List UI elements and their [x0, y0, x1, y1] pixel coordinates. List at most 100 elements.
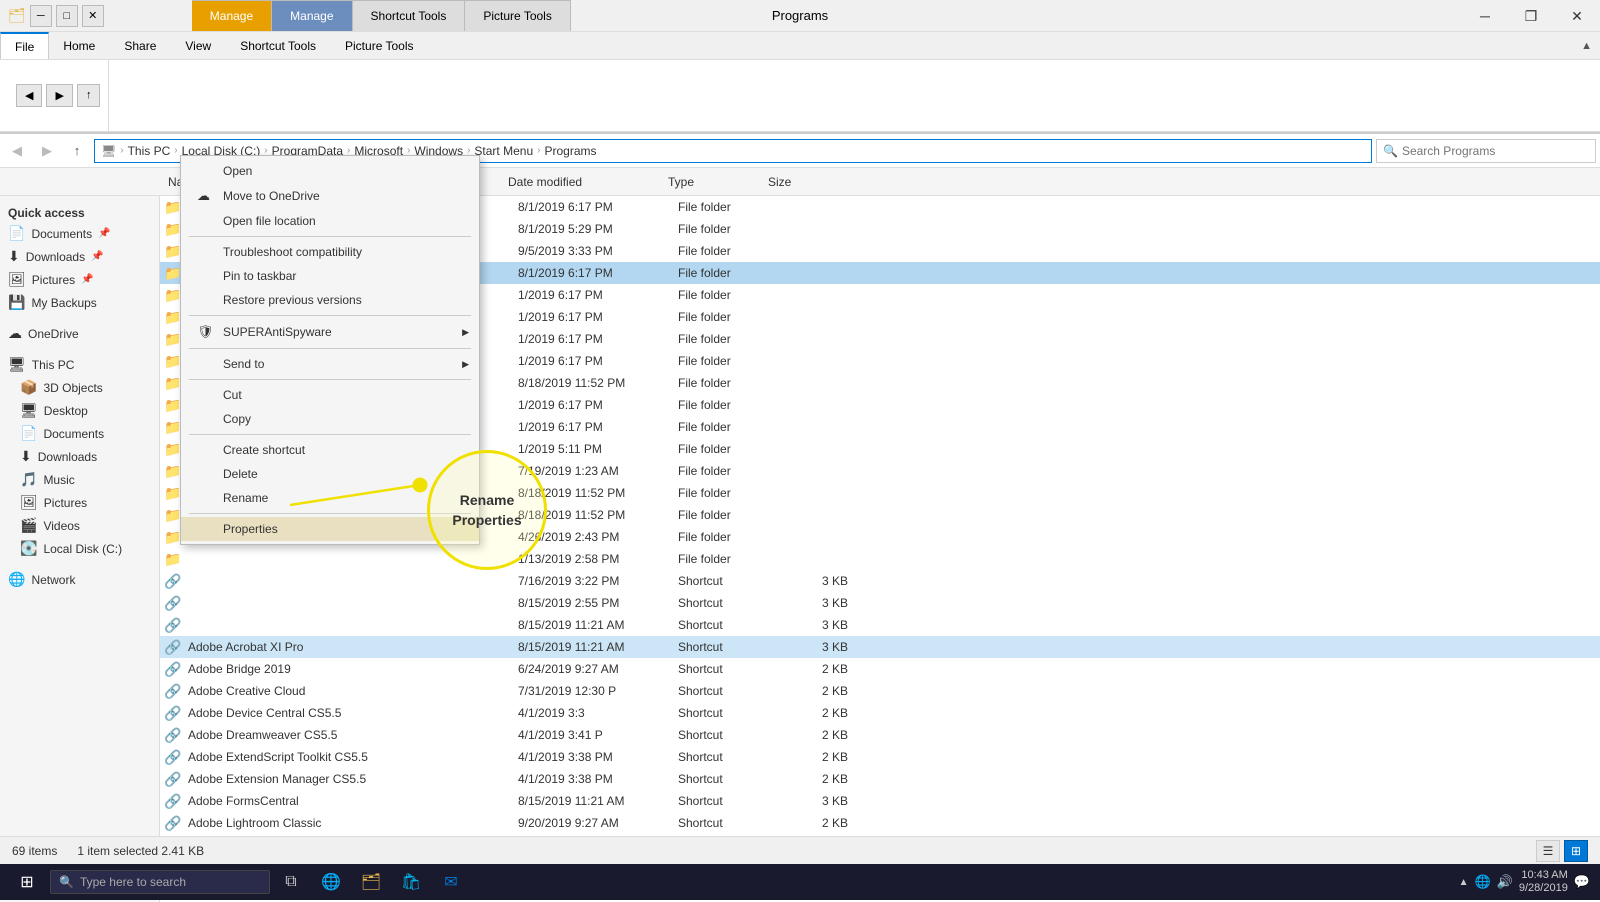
- start-button[interactable]: ⊞: [6, 865, 48, 899]
- tab-shortcut-tools[interactable]: Shortcut Tools: [353, 0, 466, 31]
- file-row[interactable]: 🔗 Adobe Bridge 2019 6/24/2019 9:27 AM Sh…: [160, 658, 1600, 680]
- file-type: Shortcut: [678, 662, 778, 676]
- taskbar-folder[interactable]: 🗂: [352, 865, 390, 899]
- file-date: 8/18/2019 11:52 PM: [518, 376, 678, 390]
- sidebar-item-3dobjects[interactable]: 📦 3D Objects: [0, 376, 159, 399]
- search-icon: 🔍: [1383, 144, 1398, 158]
- sidebar-item-downloads[interactable]: ⬇ Downloads 📌: [0, 245, 159, 268]
- ribbon-btn-up[interactable]: ↑: [77, 84, 101, 107]
- file-size: 2 KB: [778, 772, 858, 786]
- search-box[interactable]: 🔍: [1376, 139, 1596, 163]
- nav-forward[interactable]: ▶: [34, 138, 60, 164]
- ribbon-tab-file[interactable]: File: [0, 32, 49, 59]
- file-date: 1/13/2019 2:58 PM: [518, 552, 678, 566]
- nav-back[interactable]: ◀: [4, 138, 30, 164]
- ribbon-tab-shortcut[interactable]: Shortcut Tools: [226, 32, 331, 59]
- ribbon-tab-view[interactable]: View: [171, 32, 226, 59]
- sidebar-item-thispc[interactable]: 🖥 This PC: [0, 353, 159, 376]
- sidebar-item-onedrive[interactable]: ☁ OneDrive: [0, 322, 159, 345]
- file-row[interactable]: 🔗 Adobe Dreamweaver CS5.5 4/1/2019 3:41 …: [160, 724, 1600, 746]
- path-startmenu[interactable]: Start Menu: [474, 144, 533, 158]
- file-row[interactable]: 🔗 Adobe Acrobat XI Pro 8/15/2019 11:21 A…: [160, 636, 1600, 658]
- view-list-btn[interactable]: ⊞: [1564, 840, 1588, 862]
- sidebar-item-videos[interactable]: 🎬 Videos: [0, 514, 159, 537]
- file-icon: 📁: [164, 551, 184, 568]
- file-row[interactable]: 📁 1/13/2019 2:58 PM File folder: [160, 548, 1600, 570]
- context-menu-item-superantispyware[interactable]: 🛡 SUPERAntiSpyware: [181, 319, 479, 345]
- sidebar-item-desktop[interactable]: 🖥 Desktop: [0, 399, 159, 422]
- close-quick[interactable]: ✕: [82, 5, 104, 27]
- sidebar-item-localdisk[interactable]: 💽 Local Disk (C:): [0, 537, 159, 560]
- taskbar-search[interactable]: 🔍 Type here to search: [50, 870, 270, 894]
- close-button[interactable]: ✕: [1554, 0, 1600, 32]
- context-menu-item-cut[interactable]: Cut: [181, 383, 479, 407]
- taskbar-notification-icon[interactable]: 💬: [1574, 874, 1590, 890]
- tab-manage1[interactable]: Manage: [192, 0, 272, 31]
- file-row[interactable]: 🔗 7/16/2019 3:22 PM Shortcut 3 KB: [160, 570, 1600, 592]
- context-menu-item-pin-to-taskbar[interactable]: Pin to taskbar: [181, 264, 479, 288]
- taskbar-clock[interactable]: 10:43 AM 9/28/2019: [1519, 869, 1568, 895]
- restore-button[interactable]: ❐: [1508, 0, 1554, 32]
- context-menu-item-copy[interactable]: Copy: [181, 407, 479, 431]
- col-header-date[interactable]: Date modified: [500, 175, 660, 189]
- taskbar-volume-icon[interactable]: 🔊: [1497, 874, 1513, 890]
- file-date: 4/1/2019 3:3: [518, 706, 678, 720]
- col-header-size[interactable]: Size: [760, 175, 840, 189]
- sidebar-item-music[interactable]: 🎵 Music: [0, 468, 159, 491]
- tab-manage2[interactable]: Manage: [272, 0, 352, 31]
- ribbon-tab-home[interactable]: Home: [49, 32, 110, 59]
- context-menu-item-restore-previous-versions[interactable]: Restore previous versions: [181, 288, 479, 312]
- context-menu-item-troubleshoot-compatibility[interactable]: Troubleshoot compatibility: [181, 240, 479, 264]
- file-row[interactable]: 🔗 Adobe Creative Cloud 7/31/2019 12:30 P…: [160, 680, 1600, 702]
- search-input[interactable]: [1402, 144, 1589, 158]
- sidebar-item-pictures2[interactable]: 🖼 Pictures: [0, 491, 159, 514]
- ribbon-btn-fwd[interactable]: ▶: [46, 84, 72, 107]
- path-thispc[interactable]: This PC: [128, 144, 171, 158]
- sidebar-item-downloads2[interactable]: ⬇ Downloads: [0, 445, 159, 468]
- file-row[interactable]: 🔗 Adobe Extension Manager CS5.5 4/1/2019…: [160, 768, 1600, 790]
- file-row[interactable]: 🔗 Adobe ExtendScript Toolkit CS5.5 4/1/2…: [160, 746, 1600, 768]
- view-details-btn[interactable]: ☰: [1536, 840, 1560, 862]
- context-menu-item-open-file-location[interactable]: Open file location: [181, 209, 479, 233]
- file-date: 1/2019 6:17 PM: [518, 288, 678, 302]
- sidebar-item-mybackups[interactable]: 💾 My Backups: [0, 291, 159, 314]
- file-row[interactable]: 🔗 Adobe Device Central CS5.5 4/1/2019 3:…: [160, 702, 1600, 724]
- minimize-button[interactable]: ─: [1462, 0, 1508, 32]
- ribbon-tab-picture[interactable]: Picture Tools: [331, 32, 428, 59]
- taskbar-time: 10:43 AM: [1519, 869, 1568, 882]
- sidebar-item-documents[interactable]: 📄 Documents 📌: [0, 222, 159, 245]
- taskbar-edge[interactable]: 🌐: [312, 865, 350, 899]
- tab-picture-tools[interactable]: Picture Tools: [465, 0, 570, 31]
- taskbar-store[interactable]: 🛍: [392, 865, 430, 899]
- ctx-separator: [189, 236, 471, 237]
- file-row[interactable]: 🔗 8/15/2019 11:21 AM Shortcut 3 KB: [160, 614, 1600, 636]
- minimize-quick[interactable]: ─: [30, 5, 52, 27]
- context-menu-item-send-to[interactable]: Send to: [181, 352, 479, 376]
- taskbar-up-arrow[interactable]: ▲: [1459, 877, 1469, 888]
- pin-icon-pictures: 📌: [81, 274, 93, 285]
- nav-up[interactable]: ↑: [64, 138, 90, 164]
- sidebar-item-pictures[interactable]: 🖼 Pictures 📌: [0, 268, 159, 291]
- documents2-icon: 📄: [20, 425, 37, 442]
- taskbar-mail[interactable]: ✉: [432, 865, 470, 899]
- context-menu-item-move-to-onedrive[interactable]: ☁ Move to OneDrive: [181, 183, 479, 209]
- path-programs[interactable]: Programs: [544, 144, 596, 158]
- ribbon-tab-share[interactable]: Share: [110, 32, 171, 59]
- file-type: File folder: [678, 530, 778, 544]
- file-row[interactable]: 🔗 8/15/2019 2:55 PM Shortcut 3 KB: [160, 592, 1600, 614]
- desktop-icon: 🖥: [20, 402, 38, 419]
- sidebar-item-network[interactable]: 🌐 Network: [0, 568, 159, 591]
- ribbon-expand[interactable]: ▲: [1581, 32, 1600, 59]
- col-header-type[interactable]: Type: [660, 175, 760, 189]
- sidebar: Quick access 📄 Documents 📌 ⬇ Downloads 📌…: [0, 196, 160, 902]
- file-row[interactable]: 🔗 Adobe FormsCentral 8/15/2019 11:21 AM …: [160, 790, 1600, 812]
- context-menu-item-open[interactable]: Open: [181, 159, 479, 183]
- sidebar-label-pictures: Pictures: [32, 273, 75, 287]
- ribbon-btn-back[interactable]: ◀: [16, 84, 42, 107]
- sidebar-item-documents2[interactable]: 📄 Documents: [0, 422, 159, 445]
- file-date: 7/16/2019 3:22 PM: [518, 574, 678, 588]
- taskbar-task-view[interactable]: ⧉: [272, 865, 310, 899]
- file-row[interactable]: 🔗 Adobe Lightroom Classic 9/20/2019 9:27…: [160, 812, 1600, 834]
- restore-quick[interactable]: □: [56, 5, 78, 27]
- file-name: Adobe Acrobat XI Pro: [188, 640, 518, 654]
